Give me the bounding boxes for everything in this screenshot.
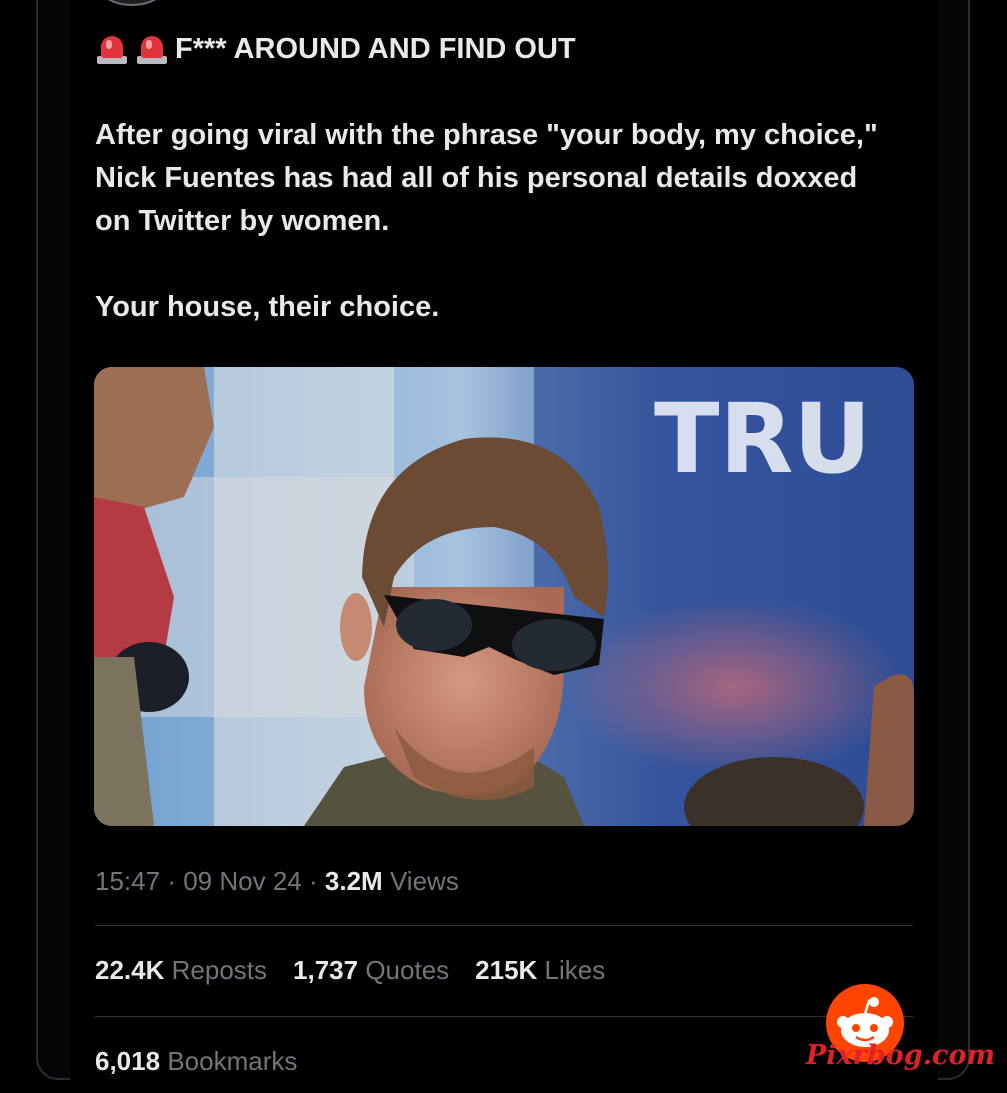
police-car-light-icon — [135, 32, 167, 66]
reposts-label: Reposts — [171, 955, 268, 985]
tweet-photo[interactable]: TRU — [94, 367, 914, 826]
photo-illustration: TRU — [94, 367, 914, 826]
tweet-headline: F*** AROUND AND FIND OUT — [95, 28, 576, 70]
tweet-date[interactable]: 09 Nov 24 — [183, 866, 302, 896]
engagement-stats: 22.4K Reposts 1,737 Quotes 215K Likes — [95, 955, 605, 986]
separator: · — [167, 866, 176, 896]
quotes-link[interactable]: 1,737 Quotes — [293, 955, 449, 986]
tweet-text: After going viral with the phrase "your … — [95, 114, 895, 329]
bookmarks-label: Bookmarks — [167, 1046, 298, 1076]
views-label: Views — [389, 866, 459, 896]
reposts-link[interactable]: 22.4K Reposts — [95, 955, 267, 986]
bookmarks-link[interactable]: 6,018 Bookmarks — [95, 1046, 297, 1077]
tweet-meta: 15:47 · 09 Nov 24 · 3.2M Views — [95, 866, 459, 897]
watermark-text: Pixrbog.com — [806, 1040, 996, 1071]
quotes-count: 1,737 — [293, 955, 359, 985]
headline-text: F*** AROUND AND FIND OUT — [175, 32, 576, 65]
separator: · — [308, 866, 318, 896]
tweet-paragraph: After going viral with the phrase "your … — [95, 119, 878, 237]
tweet-paragraph: Your house, their choice. — [95, 291, 440, 323]
bookmarks-count: 6,018 — [95, 1046, 161, 1076]
divider — [95, 1016, 913, 1017]
divider — [95, 925, 913, 926]
likes-count: 215K — [475, 955, 538, 985]
reposts-count: 22.4K — [95, 955, 165, 985]
flag-text: TRU — [654, 383, 871, 495]
police-car-light-icon — [95, 32, 127, 66]
likes-link[interactable]: 215K Likes — [475, 955, 605, 986]
views-count: 3.2M — [324, 866, 383, 896]
tweet-time[interactable]: 15:47 — [95, 866, 160, 896]
likes-label: Likes — [544, 955, 606, 985]
quotes-label: Quotes — [365, 955, 450, 985]
